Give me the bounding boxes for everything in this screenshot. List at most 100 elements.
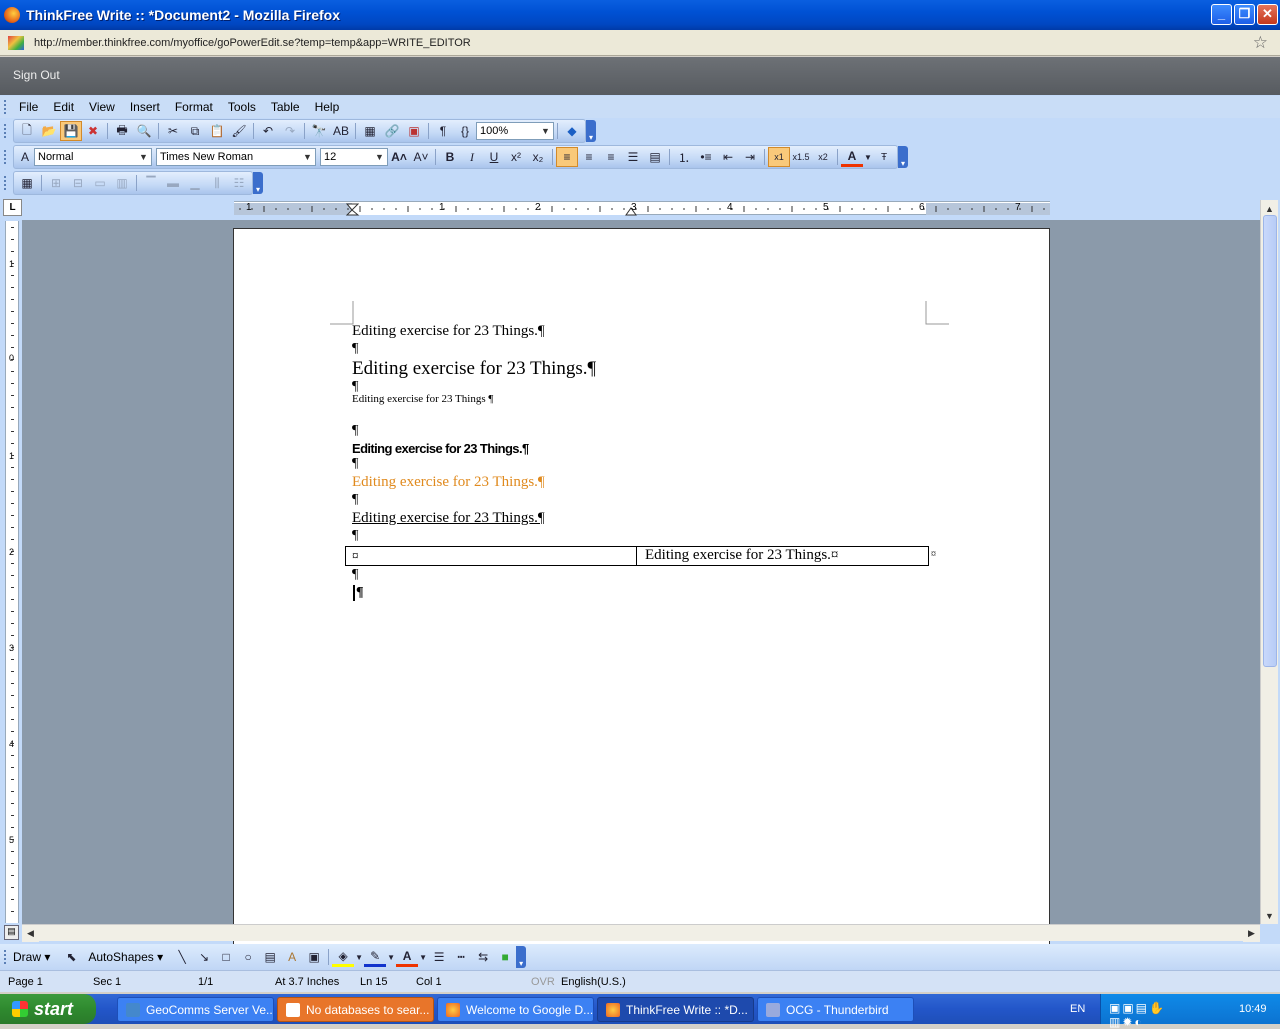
line-color-icon[interactable]: ✎ — [364, 947, 387, 967]
subscript-icon[interactable]: x₂ — [527, 147, 549, 167]
grip-handle[interactable] — [4, 950, 7, 964]
cell-align-middle-icon[interactable]: ▬ — [162, 173, 184, 193]
line-spacing-2-icon[interactable]: x2 — [812, 147, 834, 167]
textbox-icon[interactable]: ▤ — [259, 947, 281, 967]
language-indicator[interactable]: EN — [1070, 1003, 1085, 1015]
print-preview-icon[interactable]: 🔍 — [133, 121, 155, 141]
superscript-icon[interactable]: x² — [505, 147, 527, 167]
help-icon[interactable]: ◆ — [561, 121, 583, 141]
chevron-down-icon[interactable]: ▼ — [354, 947, 364, 967]
cell-align-bottom-icon[interactable]: ▁ — [184, 173, 206, 193]
zoom-select[interactable]: 100% ▼ — [476, 122, 554, 140]
bullet-list-icon[interactable]: •≡ — [695, 147, 717, 167]
start-button[interactable]: start — [0, 994, 96, 1024]
copy-icon[interactable]: ⧉ — [184, 121, 206, 141]
chevron-down-icon[interactable]: ▼ — [418, 947, 428, 967]
rectangle-icon[interactable]: □ — [215, 947, 237, 967]
table-cell[interactable]: Editing exercise for 23 Things.¤ — [637, 547, 928, 565]
toolbar-options-icon[interactable]: ▾ — [898, 146, 908, 168]
menu-file[interactable]: File — [13, 100, 47, 114]
arrow-style-icon[interactable]: ⇆ — [472, 947, 494, 967]
taskbar-item-thinkfree[interactable]: ThinkFree Write :: *D... — [597, 997, 754, 1022]
chevron-down-icon[interactable]: ▼ — [863, 147, 873, 167]
scroll-left-icon[interactable]: ◀ — [22, 925, 39, 942]
shadow-icon[interactable]: ■ — [494, 947, 516, 967]
menu-tools[interactable]: Tools — [222, 100, 265, 114]
draw-menu[interactable]: Draw ▾ — [13, 950, 50, 964]
vertical-scroll-thumb[interactable] — [1263, 215, 1277, 667]
text-cursor-paragraph[interactable]: ¶ — [353, 585, 364, 601]
bookmark-star-icon[interactable]: ☆ — [1253, 33, 1268, 53]
tab-stop-selector[interactable]: L — [3, 199, 22, 216]
style-select[interactable]: Normal ▼ — [34, 148, 152, 166]
merge-cells-icon[interactable]: ▭ — [89, 173, 111, 193]
insert-column-icon[interactable]: ⊟ — [67, 173, 89, 193]
fill-color-icon[interactable]: ◈ — [332, 947, 355, 967]
font-size-select[interactable]: 12 ▼ — [320, 148, 388, 166]
cut-icon[interactable]: ✂ — [162, 121, 184, 141]
distribute-rows-icon[interactable]: ☷ — [228, 173, 250, 193]
spellcheck-icon[interactable]: AB — [330, 121, 352, 141]
picture-icon[interactable]: ▣ — [303, 947, 325, 967]
taskbar-item-google-docs[interactable]: Welcome to Google D... — [437, 997, 594, 1022]
redo-icon[interactable]: ↷ — [279, 121, 301, 141]
distribute-columns-icon[interactable]: ⫼ — [206, 173, 228, 193]
line-spacing-1-icon[interactable]: x1 — [768, 147, 790, 167]
taskbar-item-geocomms[interactable]: GeoComms Server Ve... — [117, 997, 274, 1022]
doc-line-2[interactable]: Editing exercise for 23 Things.¶ — [352, 358, 596, 380]
restore-button[interactable]: ❐ — [1234, 4, 1255, 25]
insert-table-icon[interactable]: ▦ — [359, 121, 381, 141]
grip-handle[interactable] — [4, 150, 7, 164]
print-icon[interactable]: 🖶 — [111, 121, 133, 141]
increase-indent-icon[interactable]: ⇥ — [739, 147, 761, 167]
paste-icon[interactable]: 📋 — [206, 121, 228, 141]
insert-row-icon[interactable]: ⊞ — [45, 173, 67, 193]
grow-font-icon[interactable]: A˄ — [388, 147, 410, 167]
sign-out-link[interactable]: Sign Out — [13, 68, 60, 82]
line-icon[interactable]: ╲ — [171, 947, 193, 967]
paragraph-mark[interactable]: ¶ — [352, 528, 358, 544]
save-icon[interactable]: 💾 — [60, 121, 82, 141]
doc-line-6-underline[interactable]: Editing exercise for 23 Things.¶ — [352, 510, 545, 527]
numbered-list-icon[interactable]: ⒈ — [673, 147, 695, 167]
field-code-icon[interactable]: {} — [454, 121, 476, 141]
insert-image-icon[interactable]: ▣ — [403, 121, 425, 141]
styles-icon[interactable]: A — [16, 147, 34, 167]
bold-icon[interactable]: B — [439, 147, 461, 167]
menu-help[interactable]: Help — [309, 100, 349, 114]
doc-line-5-orange[interactable]: Editing exercise for 23 Things.¶ — [352, 474, 545, 491]
toolbar-options-icon[interactable]: ▾ — [516, 946, 527, 968]
align-left-icon[interactable]: ≡ — [556, 147, 578, 167]
justify-icon[interactable]: ☰ — [622, 147, 644, 167]
shrink-font-icon[interactable]: A˅ — [410, 147, 432, 167]
font-select[interactable]: Times New Roman ▼ — [156, 148, 316, 166]
grip-handle[interactable] — [4, 124, 7, 138]
italic-icon[interactable]: I — [461, 147, 483, 167]
line-spacing-15-icon[interactable]: x1.5 — [790, 147, 812, 167]
split-cells-icon[interactable]: ▥ — [111, 173, 133, 193]
paragraph-mark[interactable]: ¶ — [352, 341, 358, 357]
menu-edit[interactable]: Edit — [47, 100, 83, 114]
cell-align-top-icon[interactable]: ▔ — [140, 173, 162, 193]
menu-insert[interactable]: Insert — [124, 100, 169, 114]
doc-line-3[interactable]: Editing exercise for 23 Things ¶ — [352, 393, 493, 405]
table-icon[interactable]: ▦ — [16, 173, 38, 193]
underline-icon[interactable]: U — [483, 147, 505, 167]
grip-handle[interactable] — [4, 176, 7, 190]
phonetic-guide-icon[interactable]: Ŧ — [873, 147, 895, 167]
chevron-down-icon[interactable]: ▼ — [386, 947, 396, 967]
font-color-icon[interactable]: A — [841, 147, 863, 167]
find-icon[interactable]: 🔭 — [308, 121, 330, 141]
close-button[interactable]: ✕ — [1257, 4, 1278, 25]
decrease-indent-icon[interactable]: ⇤ — [717, 147, 739, 167]
arrow-icon[interactable]: ↘ — [193, 947, 215, 967]
horizontal-ruler[interactable]: 1 1 2 3 4 5 6 7 — [234, 201, 1050, 216]
toolbar-options-icon[interactable]: ▾ — [586, 120, 596, 142]
show-marks-icon[interactable]: ¶ — [432, 121, 454, 141]
menu-view[interactable]: View — [83, 100, 124, 114]
new-document-icon[interactable]: 🗋 — [16, 121, 38, 141]
insert-link-icon[interactable]: 🔗 — [381, 121, 403, 141]
line-style-icon[interactable]: ☰ — [428, 947, 450, 967]
doc-table[interactable]: ¤ Editing exercise for 23 Things.¤ — [345, 546, 929, 566]
align-center-icon[interactable]: ≡ — [578, 147, 600, 167]
